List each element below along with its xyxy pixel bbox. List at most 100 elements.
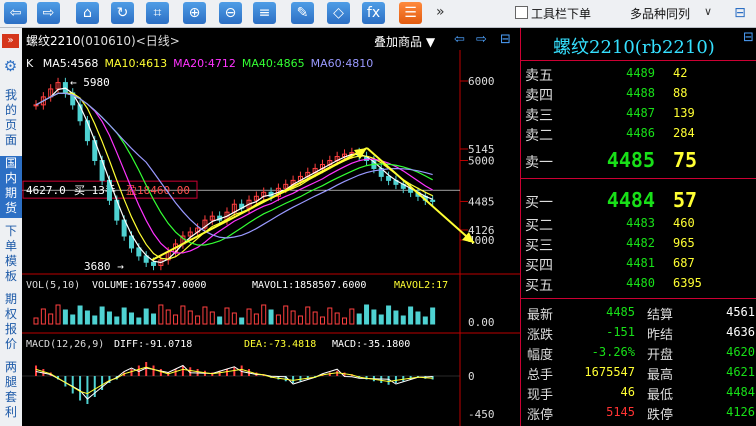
vol-bar bbox=[106, 311, 112, 325]
chevron-down-icon[interactable]: ∨ bbox=[704, 5, 712, 18]
vol-bar bbox=[55, 304, 61, 325]
sidebar-item-my-page[interactable]: 我的页面 bbox=[0, 88, 22, 150]
macd-value: MACD:-35.1800 bbox=[332, 339, 410, 350]
vol-bar bbox=[187, 310, 193, 325]
vol-bar bbox=[92, 315, 98, 325]
draw-button[interactable]: ✎ bbox=[291, 2, 314, 24]
stat-label: 涨停 bbox=[527, 408, 554, 423]
ask-row[interactable]: 卖五 4489 42 bbox=[521, 64, 756, 84]
mavol1-value: MAVOL1:1858507.6000 bbox=[252, 280, 366, 291]
ask-price[interactable]: 4487 bbox=[626, 106, 655, 120]
bid-volume: 6395 bbox=[673, 276, 702, 290]
stat-value: 46 bbox=[620, 385, 635, 399]
stat-label: 最新 bbox=[527, 308, 554, 323]
bid-row[interactable]: 买五 4480 6395 bbox=[521, 274, 756, 294]
price-tick-label: 5000 bbox=[468, 155, 495, 168]
ask-row[interactable]: 卖三 4487 139 bbox=[521, 104, 756, 124]
bid-price[interactable]: 4480 bbox=[626, 276, 655, 290]
forward-button[interactable]: ⇨ bbox=[37, 2, 60, 24]
ask-row[interactable]: 卖四 4488 88 bbox=[521, 84, 756, 104]
stat-label: 最低 bbox=[647, 388, 674, 403]
stat-value: -151 bbox=[606, 325, 635, 339]
vol-label: VOL(5,10) bbox=[26, 280, 80, 291]
bid-label: 买四 bbox=[525, 258, 553, 274]
low-label: 3680 → bbox=[84, 260, 124, 273]
ma-line bbox=[35, 92, 433, 246]
toolbar: ⇦ ⇨ ⌂ ↻ ⌗ ⊕ ⊖ ≡ ✎ ◇ fx ☰ » 工具栏下单 多品种同列 ∨ ⊟ bbox=[0, 0, 756, 28]
vol-bar bbox=[253, 313, 259, 325]
bid-row[interactable]: 买四 4481 687 bbox=[521, 254, 756, 274]
bid-price[interactable]: 4484 bbox=[607, 188, 655, 212]
ask-price[interactable]: 4485 bbox=[607, 148, 655, 172]
sidebar: » ⚙ 我的页面 国内期货 下单模板 期权报价 两腿套利 bbox=[0, 28, 23, 426]
vol-bar bbox=[327, 307, 333, 325]
sidebar-item-order-template[interactable]: 下单模板 bbox=[0, 224, 22, 286]
vol-bar bbox=[180, 305, 186, 325]
stat-value: 4126 bbox=[726, 405, 755, 419]
refresh-button[interactable]: ↻ bbox=[111, 2, 134, 24]
high-label: ← 5980 bbox=[70, 76, 110, 89]
chart-area[interactable]: 螺纹2210(010610)<日线> 叠加商品 ▼ ⇦ ⇨ ⊟ K MA5:45… bbox=[22, 28, 520, 426]
indicator-button[interactable]: ≡ bbox=[253, 2, 276, 24]
sidebar-item-spread[interactable]: 两腿套利 bbox=[0, 360, 22, 422]
macd-label: MACD(12,26,9) bbox=[26, 339, 104, 350]
ask-price[interactable]: 4489 bbox=[626, 66, 655, 80]
collapse-icon[interactable]: » bbox=[2, 34, 19, 48]
vol-bar bbox=[77, 305, 83, 325]
ask-row[interactable]: 卖一 4485 75 bbox=[521, 146, 756, 172]
gear-icon[interactable]: ⚙ bbox=[2, 58, 19, 75]
sidebar-item-option-quote[interactable]: 期权报价 bbox=[0, 292, 22, 354]
vol-bar bbox=[290, 310, 296, 325]
vol-bar bbox=[224, 307, 230, 325]
vol-bar bbox=[393, 310, 399, 325]
profit-label: 盈18460.00 bbox=[126, 184, 190, 197]
stat-row: 总手 1675547 最高 4621 bbox=[521, 363, 756, 383]
macd-tick-label: 0 bbox=[468, 370, 475, 383]
ask-label: 卖一 bbox=[525, 155, 553, 171]
vol-bar bbox=[62, 309, 68, 325]
list-button[interactable]: ☰ bbox=[399, 2, 422, 24]
home-button[interactable]: ⌂ bbox=[76, 2, 99, 24]
order-checkbox[interactable] bbox=[515, 6, 528, 19]
ask-row[interactable]: 卖二 4486 284 bbox=[521, 124, 756, 144]
stat-label: 跌停 bbox=[647, 408, 674, 423]
vol-bar bbox=[364, 304, 370, 325]
stat-label: 总手 bbox=[527, 368, 554, 383]
sidebar-item-domestic-futures[interactable]: 国内期货 bbox=[0, 156, 22, 218]
vol-bar bbox=[151, 313, 157, 325]
vol-bar bbox=[217, 316, 223, 325]
fx-button[interactable]: fx bbox=[362, 2, 385, 24]
stat-value: 5145 bbox=[606, 405, 635, 419]
vol-bar bbox=[305, 306, 311, 325]
vol-bar bbox=[209, 311, 215, 325]
bid-row[interactable]: 买三 4482 965 bbox=[521, 234, 756, 254]
quote-symbol: 螺纹2210(rb2210) bbox=[553, 37, 715, 58]
ask-price[interactable]: 4486 bbox=[626, 126, 655, 140]
order-label[interactable]: 工具栏下单 bbox=[531, 5, 591, 22]
layout-icon[interactable]: ⊟ bbox=[728, 3, 752, 23]
bid-price[interactable]: 4483 bbox=[626, 216, 655, 230]
mark-button[interactable]: ◇ bbox=[327, 2, 350, 24]
more-icon[interactable]: » bbox=[436, 4, 445, 20]
stat-label: 昨结 bbox=[647, 328, 674, 343]
layout-icon[interactable]: ⊟ bbox=[743, 30, 754, 45]
vol-bar bbox=[84, 310, 90, 325]
zoom-in-button[interactable]: ⊕ bbox=[183, 2, 206, 24]
vol-bar bbox=[158, 304, 164, 325]
candle-body bbox=[151, 261, 157, 266]
bid-row[interactable]: 买一 4484 57 bbox=[521, 186, 756, 212]
bid-price[interactable]: 4482 bbox=[626, 236, 655, 250]
ask-label: 卖三 bbox=[525, 108, 553, 124]
crosshair-price: 4627.0 bbox=[26, 184, 66, 197]
zoom-out-button[interactable]: ⊖ bbox=[219, 2, 242, 24]
crop-button[interactable]: ⌗ bbox=[146, 2, 169, 24]
ask-price[interactable]: 4488 bbox=[626, 86, 655, 100]
stat-value: -3.26% bbox=[591, 345, 635, 359]
vol-bar bbox=[342, 317, 348, 325]
vol-bar bbox=[165, 309, 171, 325]
candle-body bbox=[84, 120, 90, 142]
bid-price[interactable]: 4481 bbox=[626, 256, 655, 270]
bid-row[interactable]: 买二 4483 460 bbox=[521, 214, 756, 234]
back-button[interactable]: ⇦ bbox=[4, 2, 27, 24]
layout-select[interactable]: 多品种同列 bbox=[630, 5, 690, 22]
